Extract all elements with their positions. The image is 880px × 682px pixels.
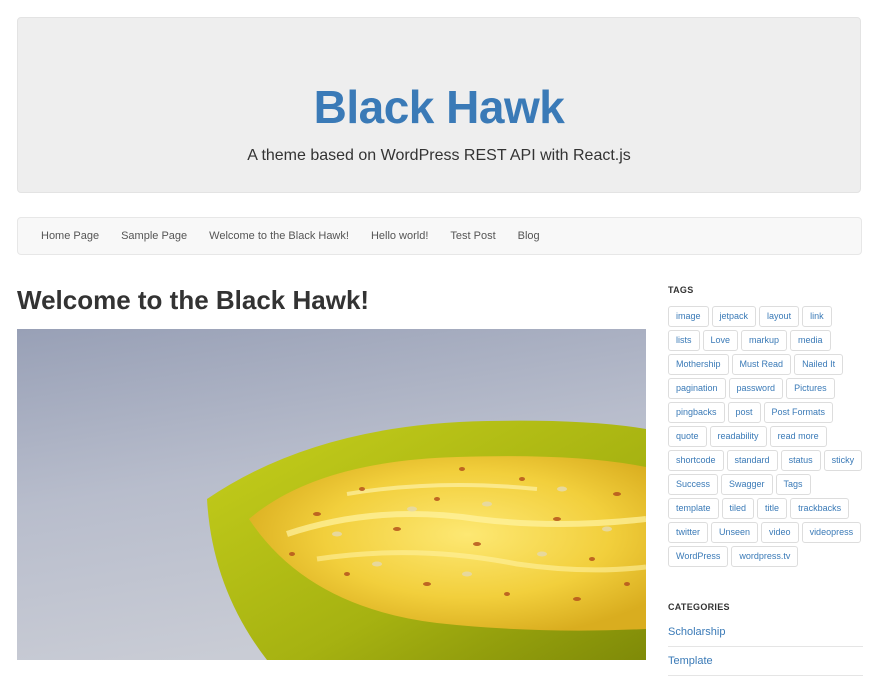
tag-cloud: image jetpack layout link lists Love mar… <box>668 306 863 567</box>
tag-link[interactable]: twitter <box>668 522 709 543</box>
tag-link[interactable]: shortcode <box>668 450 724 471</box>
tag-link[interactable]: title <box>757 498 788 519</box>
nav-item-home-page[interactable]: Home Page <box>30 218 110 254</box>
nav-item-hello-world[interactable]: Hello world! <box>360 218 439 254</box>
tag-link[interactable]: Nailed It <box>794 354 844 375</box>
tag-link[interactable]: markup <box>741 330 788 351</box>
tag-link[interactable]: lists <box>668 330 700 351</box>
nav-item-blog[interactable]: Blog <box>507 218 551 254</box>
featured-image-graphic <box>17 329 646 660</box>
tag-link[interactable]: Swagger <box>721 474 773 495</box>
tag-link[interactable]: Must Read <box>731 354 792 375</box>
tag-link[interactable]: Post Formats <box>763 402 834 423</box>
tag-link[interactable]: tiled <box>721 498 755 519</box>
nav-list: Home Page Sample Page Welcome to the Bla… <box>18 218 861 254</box>
tag-link[interactable]: Mothership <box>668 354 729 375</box>
nav-item-sample-page[interactable]: Sample Page <box>110 218 198 254</box>
tag-link[interactable]: pingbacks <box>668 402 725 423</box>
tag-link[interactable]: status <box>780 450 821 471</box>
tag-link[interactable]: layout <box>759 306 800 327</box>
categories-widget-title: CATEGORIES <box>668 602 730 612</box>
tag-link[interactable]: trackbacks <box>790 498 850 519</box>
tag-link[interactable]: videopress <box>801 522 862 543</box>
tag-link[interactable]: read more <box>769 426 827 447</box>
nav-item-welcome[interactable]: Welcome to the Black Hawk! <box>198 218 360 254</box>
category-item-scholarship[interactable]: Scholarship <box>668 624 863 647</box>
tags-widget-title: TAGS <box>668 285 694 295</box>
site-title[interactable]: Black Hawk <box>18 84 860 130</box>
tag-link[interactable]: Unseen <box>711 522 759 543</box>
tag-link[interactable]: sticky <box>823 450 863 471</box>
tag-link[interactable]: readability <box>709 426 767 447</box>
featured-image[interactable] <box>17 329 646 660</box>
category-list: Scholarship Template <box>668 624 863 682</box>
tag-link[interactable]: wordpress.tv <box>731 546 799 567</box>
tag-link[interactable]: standard <box>726 450 778 471</box>
tag-link[interactable]: pagination <box>668 378 726 399</box>
post-title[interactable]: Welcome to the Black Hawk! <box>17 284 369 316</box>
tag-link[interactable]: video <box>761 522 799 543</box>
tag-link[interactable]: link <box>802 306 832 327</box>
tag-link[interactable]: Love <box>702 330 739 351</box>
tag-link[interactable]: Tags <box>775 474 811 495</box>
tag-link[interactable]: post <box>727 402 761 423</box>
tag-link[interactable]: Success <box>668 474 719 495</box>
nav-item-test-post[interactable]: Test Post <box>439 218 506 254</box>
site-description: A theme based on WordPress REST API with… <box>247 147 631 164</box>
site-header: Black Hawk A theme based on WordPress RE… <box>17 17 861 193</box>
tag-link[interactable]: password <box>728 378 784 399</box>
tag-link[interactable]: media <box>790 330 831 351</box>
tag-link[interactable]: image <box>668 306 709 327</box>
main-navbar: Home Page Sample Page Welcome to the Bla… <box>17 217 862 255</box>
tag-link[interactable]: template <box>668 498 719 519</box>
tag-link[interactable]: jetpack <box>711 306 757 327</box>
tag-link[interactable]: quote <box>668 426 707 447</box>
tag-link[interactable]: Pictures <box>786 378 835 399</box>
category-item-template[interactable]: Template <box>668 653 863 676</box>
tag-link[interactable]: WordPress <box>668 546 729 567</box>
